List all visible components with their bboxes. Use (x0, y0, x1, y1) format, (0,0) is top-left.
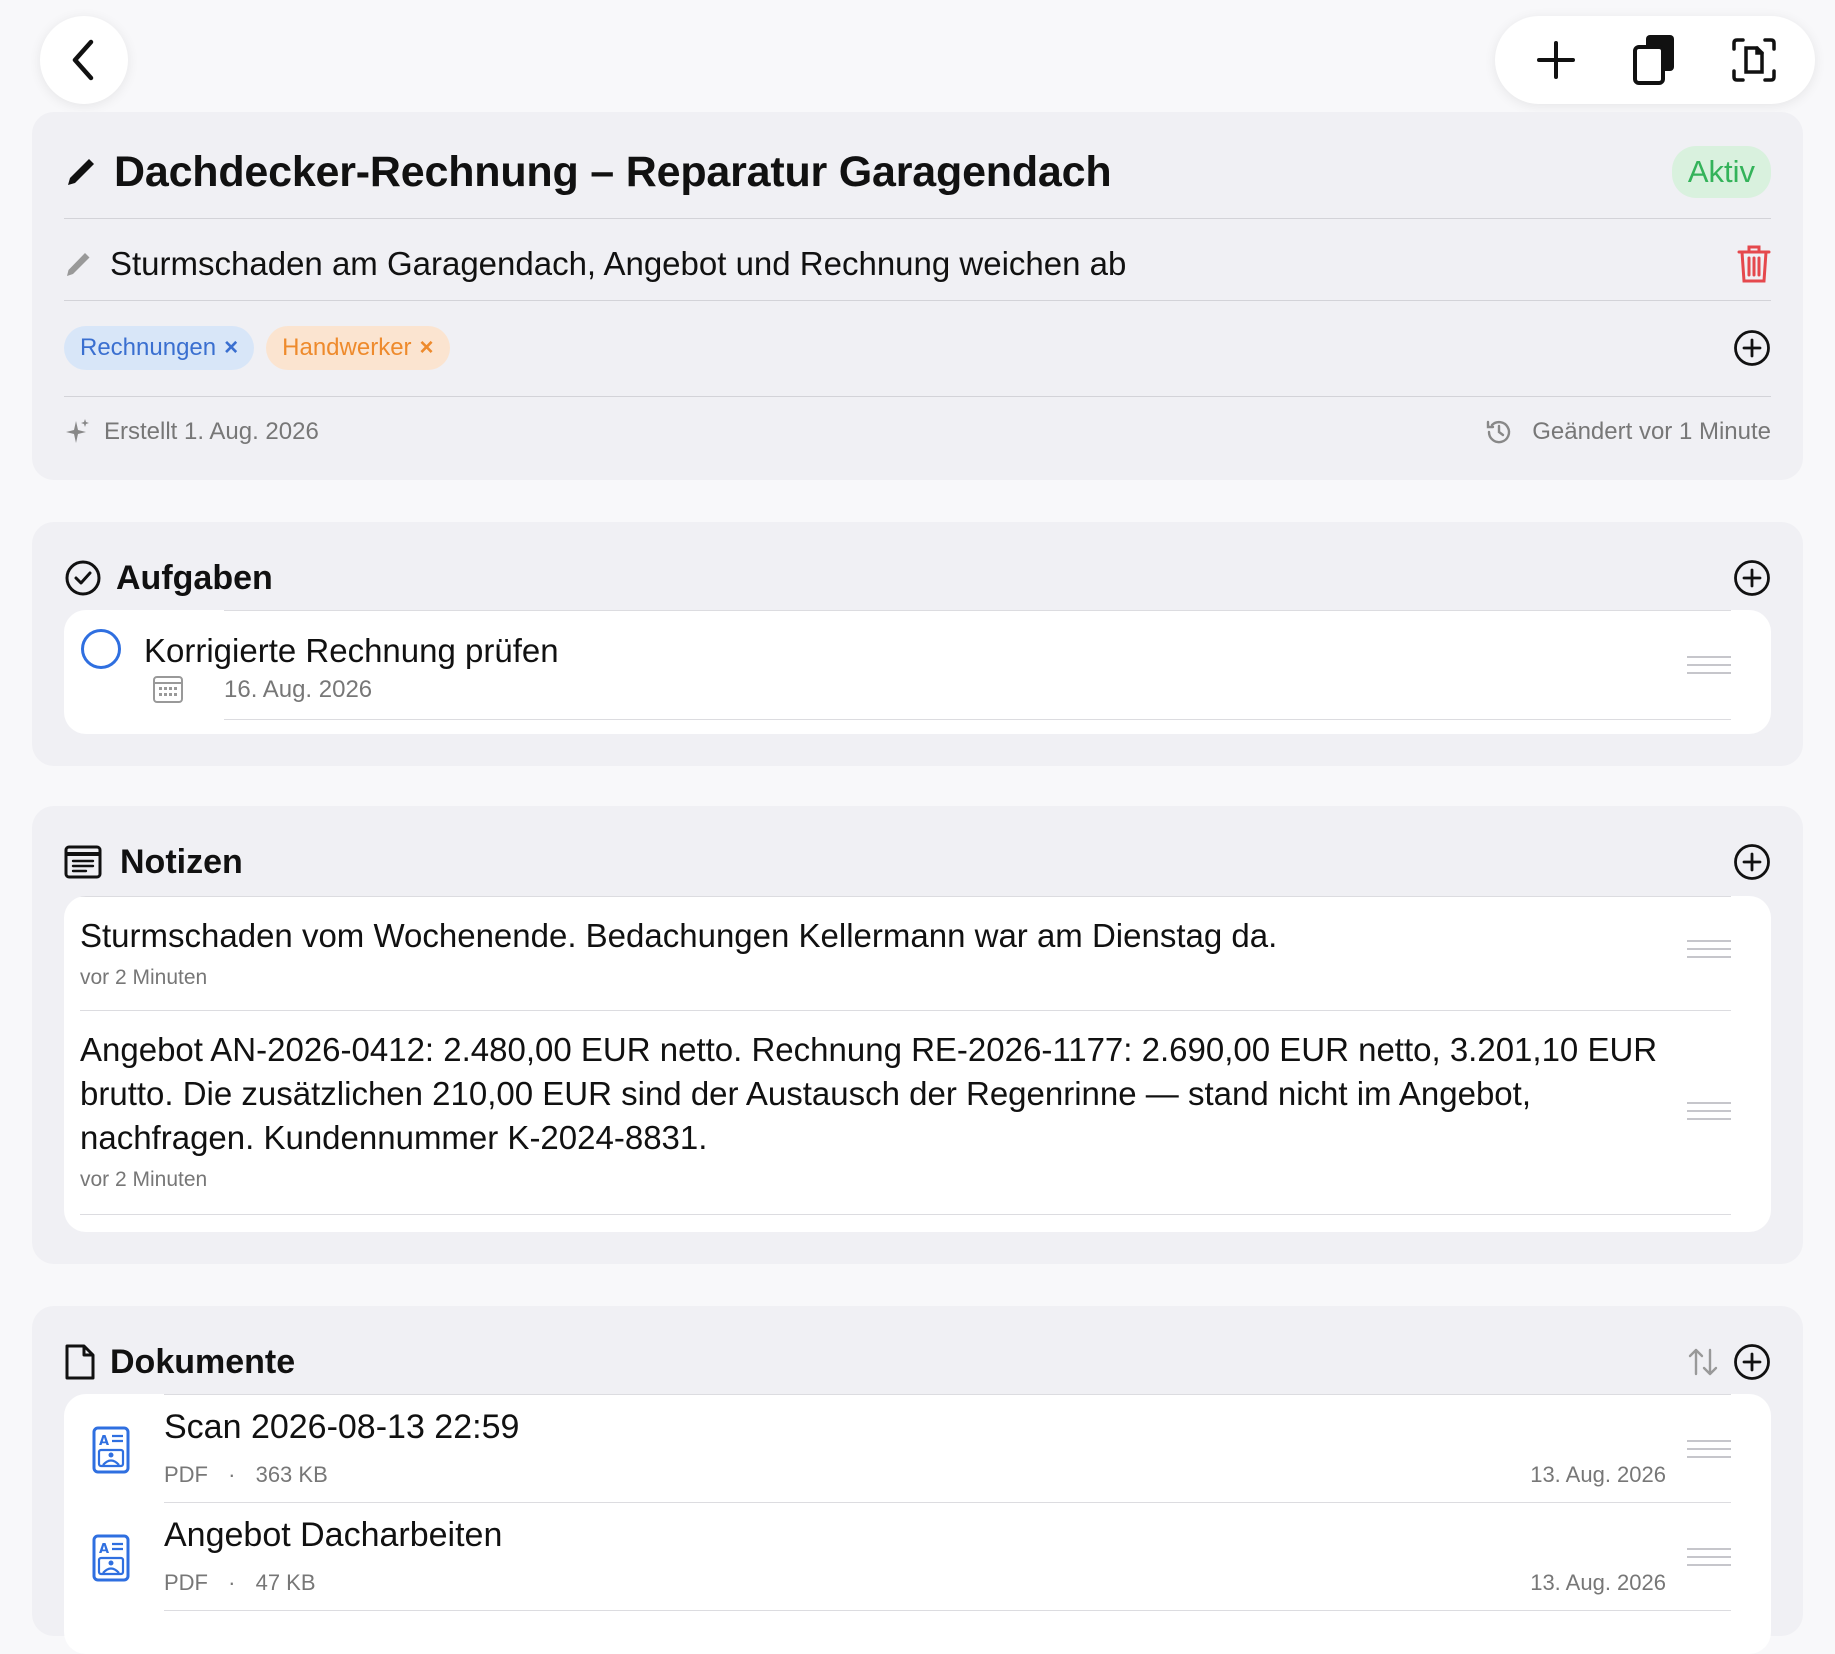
scan-document-icon (1731, 37, 1777, 83)
svg-text:A: A (99, 1542, 109, 1557)
drag-handle-icon[interactable] (1687, 934, 1731, 964)
note-timestamp: vor 2 Minuten (80, 1168, 208, 1191)
remove-tag-button[interactable]: × (224, 334, 238, 362)
tag-label: Handwerker (282, 334, 412, 361)
copy-icon (1632, 33, 1678, 87)
list-item[interactable]: A Angebot Dacharbeiten PDF · 47 KB 13. A… (64, 1502, 1771, 1610)
remove-tag-button[interactable]: × (420, 334, 434, 362)
title-row: Dachdecker-Rechnung – Reparatur Garagend… (64, 142, 1771, 202)
toolbar (1495, 16, 1815, 104)
separator: · (228, 1570, 236, 1595)
back-button[interactable] (40, 16, 128, 104)
add-task-button[interactable] (1733, 559, 1771, 597)
note-text: Angebot AN-2026-0412: 2.480,00 EUR netto… (80, 1031, 1658, 1156)
task-checkbox[interactable] (80, 628, 122, 670)
status-badge[interactable]: Aktiv (1671, 146, 1771, 198)
pdf-document-icon: A (92, 1426, 130, 1474)
svg-text:A: A (99, 1434, 109, 1449)
document-icon (64, 1343, 96, 1381)
trash-icon[interactable] (1737, 244, 1771, 284)
modified-date: Geändert vor 1 Minute (1532, 418, 1771, 445)
scan-button[interactable] (1719, 25, 1789, 95)
list-item[interactable]: Angebot AN-2026-0412: 2.480,00 EUR netto… (64, 1010, 1771, 1214)
plus-icon (1536, 40, 1576, 80)
sort-button[interactable] (1687, 1347, 1719, 1377)
list-item[interactable]: Korrigierte Rechnung prüfen 16. Aug. 202… (64, 610, 1771, 734)
header-card: Dachdecker-Rechnung – Reparatur Garagend… (32, 112, 1803, 480)
document-meta: PDF · 47 KB (164, 1570, 316, 1596)
divider (80, 1214, 1731, 1215)
drag-handle-icon[interactable] (1687, 1434, 1731, 1464)
tasks-card: Aufgaben Korrigierte Rechnung prüfen 16.… (32, 522, 1803, 766)
documents-header: Dokumente (64, 1334, 1771, 1390)
note-icon (64, 845, 102, 879)
tag-handwerker[interactable]: Handwerker × (266, 326, 450, 370)
file-type: PDF (164, 1570, 208, 1595)
divider (64, 300, 1771, 301)
created-date: Erstellt 1. Aug. 2026 (104, 418, 319, 445)
pencil-icon[interactable] (64, 249, 94, 279)
tag-label: Rechnungen (80, 334, 217, 361)
note-text: Sturmschaden vom Wochenende. Bedachungen… (80, 917, 1278, 954)
document-meta: PDF · 363 KB (164, 1462, 328, 1488)
file-size: 47 KB (255, 1570, 316, 1595)
drag-handle-icon[interactable] (1687, 1542, 1731, 1572)
tasks-header: Aufgaben (64, 550, 1771, 606)
document-date: 13. Aug. 2026 (1530, 1570, 1666, 1595)
checkmark-circle-icon (64, 559, 102, 597)
document-date: 13. Aug. 2026 (1530, 1462, 1666, 1487)
note-list: Sturmschaden vom Wochenende. Bedachungen… (64, 896, 1771, 1232)
plus-circle-icon (1733, 1343, 1771, 1381)
divider (64, 396, 1771, 397)
task-title: Korrigierte Rechnung prüfen (144, 632, 559, 669)
documents-card: Dokumente A Scan 2026-08-13 22:59 PDF · … (32, 1306, 1803, 1654)
section-title: Aufgaben (116, 558, 273, 597)
tag-row: Rechnungen × Handwerker × (64, 324, 1771, 372)
section-title: Dokumente (110, 1342, 296, 1381)
pdf-document-icon: A (92, 1534, 130, 1582)
document-title: Angebot Dacharbeiten (164, 1516, 503, 1554)
drag-handle-icon[interactable] (1687, 650, 1731, 680)
list-item[interactable]: Sturmschaden vom Wochenende. Bedachungen… (64, 896, 1771, 1010)
sparkle-icon (64, 417, 90, 447)
file-size: 363 KB (255, 1462, 328, 1487)
pencil-icon[interactable] (64, 155, 98, 189)
notes-card: Notizen Sturmschaden vom Wochenende. Bed… (32, 806, 1803, 1264)
subtitle[interactable]: Sturmschaden am Garagendach, Angebot und… (110, 245, 1126, 283)
task-due-date: 16. Aug. 2026 (224, 676, 373, 703)
add-button[interactable] (1521, 25, 1591, 95)
sort-icon (1687, 1347, 1719, 1377)
page-title[interactable]: Dachdecker-Rechnung – Reparatur Garagend… (114, 148, 1112, 197)
meta-row: Erstellt 1. Aug. 2026 Geändert vor 1 Min… (64, 408, 1771, 456)
document-list: A Scan 2026-08-13 22:59 PDF · 363 KB 13.… (64, 1394, 1771, 1654)
history-icon (1484, 417, 1514, 447)
separator: · (228, 1462, 236, 1487)
section-title: Notizen (120, 842, 243, 881)
copy-button[interactable] (1620, 25, 1690, 95)
document-title: Scan 2026-08-13 22:59 (164, 1408, 520, 1446)
divider (164, 1610, 1731, 1611)
add-document-button[interactable] (1733, 1343, 1771, 1381)
tag-rechnungen[interactable]: Rechnungen × (64, 326, 255, 370)
notes-header: Notizen (64, 834, 1771, 890)
plus-circle-icon (1733, 843, 1771, 881)
calendar-icon (152, 674, 184, 704)
list-item[interactable]: A Scan 2026-08-13 22:59 PDF · 363 KB 13.… (64, 1394, 1771, 1502)
add-note-button[interactable] (1733, 843, 1771, 881)
plus-circle-icon (1733, 329, 1771, 367)
task-list: Korrigierte Rechnung prüfen 16. Aug. 202… (64, 610, 1771, 734)
plus-circle-icon (1733, 559, 1771, 597)
note-timestamp: vor 2 Minuten (80, 966, 208, 989)
subtitle-row: Sturmschaden am Garagendach, Angebot und… (64, 234, 1771, 294)
drag-handle-icon[interactable] (1687, 1096, 1731, 1126)
back-chevron-icon (69, 38, 99, 82)
divider (64, 218, 1771, 219)
file-type: PDF (164, 1462, 208, 1487)
divider (224, 719, 1731, 720)
add-tag-button[interactable] (1733, 329, 1771, 367)
